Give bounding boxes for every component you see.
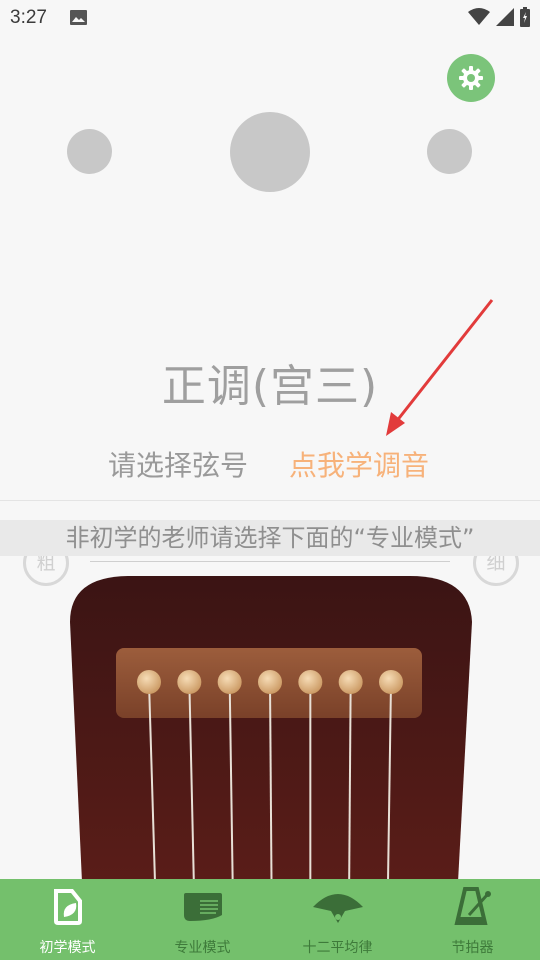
signal-icon: [496, 8, 514, 26]
guzheng-peg[interactable]: [379, 670, 403, 694]
settings-button[interactable]: [447, 54, 495, 102]
pro-mode-icon: [183, 893, 222, 921]
guzheng-peg[interactable]: [177, 670, 202, 694]
guzheng-instrument: [70, 576, 472, 882]
guzheng-peg[interactable]: [338, 670, 363, 694]
divider: [0, 500, 540, 501]
nav-equal-temperament[interactable]: 十二平均律: [270, 879, 405, 960]
tuning-indicator-left: [67, 129, 112, 174]
guzheng-peg[interactable]: [298, 670, 323, 694]
battery-icon: [520, 7, 530, 27]
nav-pro-mode[interactable]: 专业模式: [135, 879, 270, 960]
tuning-mode-title[interactable]: 正调(宫三): [0, 350, 540, 414]
nav-metronome[interactable]: 节拍器: [405, 879, 540, 960]
guzheng-peg[interactable]: [137, 670, 161, 694]
beginner-leaf-icon: [53, 889, 82, 925]
wifi-icon: [468, 8, 490, 25]
pro-mode-hint: 非初学的老师请选择下面的“专业模式”: [0, 520, 540, 556]
tuning-indicator-center: [230, 112, 310, 192]
nav-label: 初学模式: [39, 940, 96, 956]
guzheng-peg[interactable]: [258, 670, 282, 694]
gear-icon: [459, 66, 483, 90]
nav-beginner-mode[interactable]: 初学模式: [0, 879, 135, 960]
learn-tuning-link[interactable]: 点我学调音: [289, 444, 429, 484]
status-time: 3:27: [10, 7, 47, 28]
hint-underline: [90, 561, 450, 562]
nav-label: 专业模式: [174, 940, 231, 956]
nav-label: 节拍器: [451, 940, 494, 956]
metronome-icon: [453, 887, 491, 925]
nav-label: 十二平均律: [302, 940, 373, 956]
guzheng-peg[interactable]: [217, 670, 242, 694]
fan-icon: [312, 894, 363, 923]
tuning-indicator-right: [427, 129, 472, 174]
image-icon: [70, 10, 87, 25]
bottom-nav: 初学模式 专业模式 十二平均律 节拍器: [0, 879, 540, 960]
select-string-label: 请选择弦号: [108, 449, 249, 482]
status-bar: 3:27: [0, 0, 540, 36]
